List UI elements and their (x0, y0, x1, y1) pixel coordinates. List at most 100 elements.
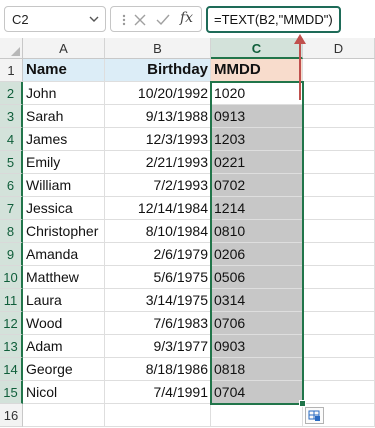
cell-empty[interactable] (303, 128, 375, 151)
cell-name[interactable]: George (23, 358, 105, 381)
row-header[interactable]: 13 (0, 335, 23, 358)
row-header[interactable]: 15 (0, 381, 23, 404)
table-row: William 7/2/1993 0702 (23, 174, 375, 197)
row-header[interactable]: 4 (0, 128, 23, 151)
quick-analysis-button[interactable] (305, 407, 324, 424)
cell-birthday[interactable]: 12/3/1993 (105, 128, 211, 151)
cell-empty[interactable] (303, 381, 375, 404)
table-row: Emily 2/21/1993 0221 (23, 151, 375, 174)
name-box[interactable]: C2 (4, 6, 106, 32)
row-header[interactable]: 2 (0, 82, 23, 105)
cell-mmdd[interactable]: 1203 (211, 128, 303, 151)
cell-name[interactable]: Adam (23, 335, 105, 358)
row-header[interactable]: 1 (0, 59, 23, 82)
cell-empty[interactable] (23, 404, 105, 427)
cell-birthday[interactable]: 7/2/1993 (105, 174, 211, 197)
cell-mmdd[interactable]: 0221 (211, 151, 303, 174)
cell-header-birthday[interactable]: Birthday (105, 59, 211, 82)
cell-name[interactable]: Sarah (23, 105, 105, 128)
row-header[interactable]: 5 (0, 151, 23, 174)
cell-birthday[interactable]: 7/6/1983 (105, 312, 211, 335)
cell-mmdd[interactable]: 0818 (211, 358, 303, 381)
cell-birthday[interactable]: 9/13/1988 (105, 105, 211, 128)
insert-function-button[interactable]: fx (180, 10, 193, 26)
fill-handle[interactable] (299, 400, 306, 407)
cell-mmdd[interactable]: 1214 (211, 197, 303, 220)
row-header[interactable]: 11 (0, 289, 23, 312)
cell-name[interactable]: William (23, 174, 105, 197)
row-header[interactable]: 8 (0, 220, 23, 243)
cell-empty[interactable] (303, 289, 375, 312)
cell-birthday[interactable]: 3/14/1975 (105, 289, 211, 312)
cell-mmdd[interactable]: 0702 (211, 174, 303, 197)
cell-empty[interactable] (303, 335, 375, 358)
cell-empty[interactable] (303, 358, 375, 381)
formula-input[interactable]: =TEXT(B2,"MMDD") (206, 6, 341, 33)
row-header[interactable]: 3 (0, 105, 23, 128)
cell-birthday[interactable]: 8/10/1984 (105, 220, 211, 243)
quick-analysis-icon (308, 410, 320, 421)
row-header[interactable]: 12 (0, 312, 23, 335)
table-row: Matthew 5/6/1975 0506 (23, 266, 375, 289)
cell-header-name[interactable]: Name (23, 59, 105, 82)
cell-birthday[interactable]: 5/6/1975 (105, 266, 211, 289)
cell-name[interactable]: Emily (23, 151, 105, 174)
chevron-down-icon[interactable] (87, 12, 101, 26)
row-header[interactable]: 6 (0, 174, 23, 197)
column-header-a[interactable]: A (23, 38, 105, 59)
cell-name[interactable]: Amanda (23, 243, 105, 266)
cell-name[interactable]: Matthew (23, 266, 105, 289)
cell-empty[interactable] (105, 404, 211, 427)
row-header[interactable]: 16 (0, 404, 23, 427)
cell-birthday[interactable]: 10/20/1992 (105, 82, 211, 105)
cell-mmdd[interactable]: 0706 (211, 312, 303, 335)
row-header[interactable]: 9 (0, 243, 23, 266)
column-header-c[interactable]: C (211, 38, 303, 59)
cell-empty[interactable] (303, 266, 375, 289)
cell-empty[interactable] (303, 197, 375, 220)
cell-empty[interactable] (303, 312, 375, 335)
cell-name[interactable]: Wood (23, 312, 105, 335)
table-row: Jessica 12/14/1984 1214 (23, 197, 375, 220)
cell-mmdd[interactable]: 0506 (211, 266, 303, 289)
checkmark-icon[interactable] (154, 11, 172, 29)
table-row: Nicol 7/4/1991 0704 (23, 381, 375, 404)
cell-empty[interactable] (303, 82, 375, 105)
column-header-b[interactable]: B (105, 38, 211, 59)
cell-name[interactable]: Christopher (23, 220, 105, 243)
cell-header-mmdd[interactable]: MMDD (211, 59, 303, 82)
cell-birthday[interactable]: 8/18/1986 (105, 358, 211, 381)
cell-name[interactable]: Nicol (23, 381, 105, 404)
row-header[interactable]: 7 (0, 197, 23, 220)
active-cell[interactable]: 1020 (211, 82, 303, 105)
cell-birthday[interactable]: 2/6/1979 (105, 243, 211, 266)
cell-name[interactable]: Jessica (23, 197, 105, 220)
cell-name[interactable]: Laura (23, 289, 105, 312)
cell-mmdd[interactable]: 0913 (211, 105, 303, 128)
table-row: George 8/18/1986 0818 (23, 358, 375, 381)
cell-empty[interactable] (303, 220, 375, 243)
cell-empty[interactable] (211, 404, 303, 427)
cell-birthday[interactable]: 12/14/1984 (105, 197, 211, 220)
cell-empty[interactable] (303, 243, 375, 266)
cell-empty[interactable] (303, 151, 375, 174)
cell-mmdd[interactable]: 0704 (211, 381, 303, 404)
cell-birthday[interactable]: 9/3/1977 (105, 335, 211, 358)
cell-birthday[interactable]: 2/21/1993 (105, 151, 211, 174)
row-header[interactable]: 10 (0, 266, 23, 289)
cell-mmdd[interactable]: 0206 (211, 243, 303, 266)
cell-empty[interactable] (303, 105, 375, 128)
cell-empty[interactable] (303, 174, 375, 197)
cell-name[interactable]: James (23, 128, 105, 151)
cell-birthday[interactable]: 7/4/1991 (105, 381, 211, 404)
cell-name[interactable]: John (23, 82, 105, 105)
row-header[interactable]: 14 (0, 358, 23, 381)
column-header-d[interactable]: D (303, 38, 375, 59)
x-icon[interactable] (131, 11, 149, 29)
cell-mmdd[interactable]: 0314 (211, 289, 303, 312)
formula-text: =TEXT(B2,"MMDD") (214, 12, 333, 27)
cell-empty[interactable] (303, 59, 375, 82)
select-all-button[interactable] (0, 38, 23, 59)
cell-mmdd[interactable]: 0810 (211, 220, 303, 243)
cell-mmdd[interactable]: 0903 (211, 335, 303, 358)
